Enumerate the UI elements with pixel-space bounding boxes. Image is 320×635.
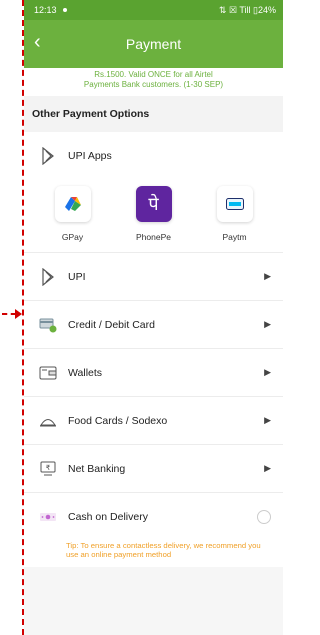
- back-arrow-icon[interactable]: ‹: [34, 32, 41, 52]
- credit-card-icon: [38, 315, 58, 335]
- annotation-arrowhead: [15, 309, 22, 319]
- cash-icon: [38, 507, 58, 527]
- phone-screen: 12:13 ⇅ ☒ Till ▯24% ‹ Payment Rs.1500. V…: [24, 0, 283, 635]
- net-banking-icon: ₹: [38, 459, 58, 479]
- phonepe-label: PhonePe: [136, 232, 171, 242]
- upi-apps-grid: GPay पे PhonePe Paytm: [24, 180, 283, 253]
- chevron-right-icon: ▶: [264, 415, 271, 425]
- other-payment-options-heading: Other Payment Options: [32, 108, 150, 120]
- cod-radio-button[interactable]: [257, 510, 271, 524]
- offer-note-line2: Payments Bank customers. (1-30 SEP): [83, 80, 224, 89]
- chevron-right-icon: ▶: [264, 367, 271, 377]
- wallets-label: Wallets: [68, 366, 103, 379]
- gpay-label: GPay: [61, 232, 84, 242]
- notification-dot-icon: [62, 8, 67, 12]
- status-indicators: ⇅ ☒ Till ▯24%: [218, 4, 276, 15]
- wallet-icon: [38, 363, 58, 383]
- upi-apps-header: UPI Apps: [24, 132, 283, 180]
- food-cards-label: Food Cards / Sodexo: [68, 414, 168, 427]
- chevron-right-icon: ▶: [264, 319, 271, 329]
- cash-on-delivery-label: Cash on Delivery: [68, 511, 148, 523]
- chevron-right-icon: ▶: [264, 271, 271, 281]
- paytm-icon[interactable]: [216, 186, 253, 222]
- payment-options-list: UPI Apps GPay पे PhonePe Paytm UPI ▶ Cre…: [24, 132, 283, 567]
- upi-app-paytm[interactable]: Paytm: [200, 186, 270, 242]
- credit-debit-card-label: Credit / Debit Card: [68, 318, 155, 331]
- net-banking-label: Net Banking: [68, 462, 126, 475]
- upi-app-gpay[interactable]: GPay: [38, 186, 108, 242]
- offer-note-line1: Rs.1500. Valid ONCE for all Airtel: [94, 70, 213, 79]
- contactless-tip: Tip: To ensure a contactless delivery, w…: [24, 541, 283, 567]
- chevron-right-icon: ▶: [264, 463, 271, 473]
- paytm-label: Paytm: [222, 232, 247, 242]
- payment-option-cod[interactable]: Cash on Delivery: [24, 493, 283, 541]
- page-title: Payment: [125, 36, 182, 52]
- offer-note: Rs.1500. Valid ONCE for all Airtel Payme…: [24, 68, 283, 96]
- upi-logo-icon: [38, 146, 58, 166]
- payment-option-wallets[interactable]: Wallets ▶: [24, 349, 283, 397]
- food-cloche-icon: [38, 411, 58, 431]
- payment-option-net-banking[interactable]: ₹ Net Banking ▶: [24, 445, 283, 493]
- upi-app-phonepe[interactable]: पे PhonePe: [119, 186, 189, 242]
- payment-option-card[interactable]: Credit / Debit Card ▶: [24, 301, 283, 349]
- upi-logo-icon: [38, 267, 58, 287]
- gpay-icon[interactable]: [54, 186, 91, 222]
- annotation-arrow: [2, 313, 16, 315]
- status-bar: 12:13 ⇅ ☒ Till ▯24%: [24, 0, 283, 20]
- upi-apps-label: UPI Apps: [68, 150, 112, 162]
- payment-option-upi[interactable]: UPI ▶: [24, 253, 283, 301]
- payment-option-food-cards[interactable]: Food Cards / Sodexo ▶: [24, 397, 283, 445]
- svg-text:₹: ₹: [46, 464, 51, 472]
- phonepe-icon[interactable]: पे: [135, 186, 172, 222]
- app-bar: ‹ Payment: [24, 20, 283, 68]
- section-heading: Other Payment Options: [24, 96, 283, 132]
- status-time: 12:13: [34, 5, 57, 15]
- upi-label: UPI: [68, 270, 86, 283]
